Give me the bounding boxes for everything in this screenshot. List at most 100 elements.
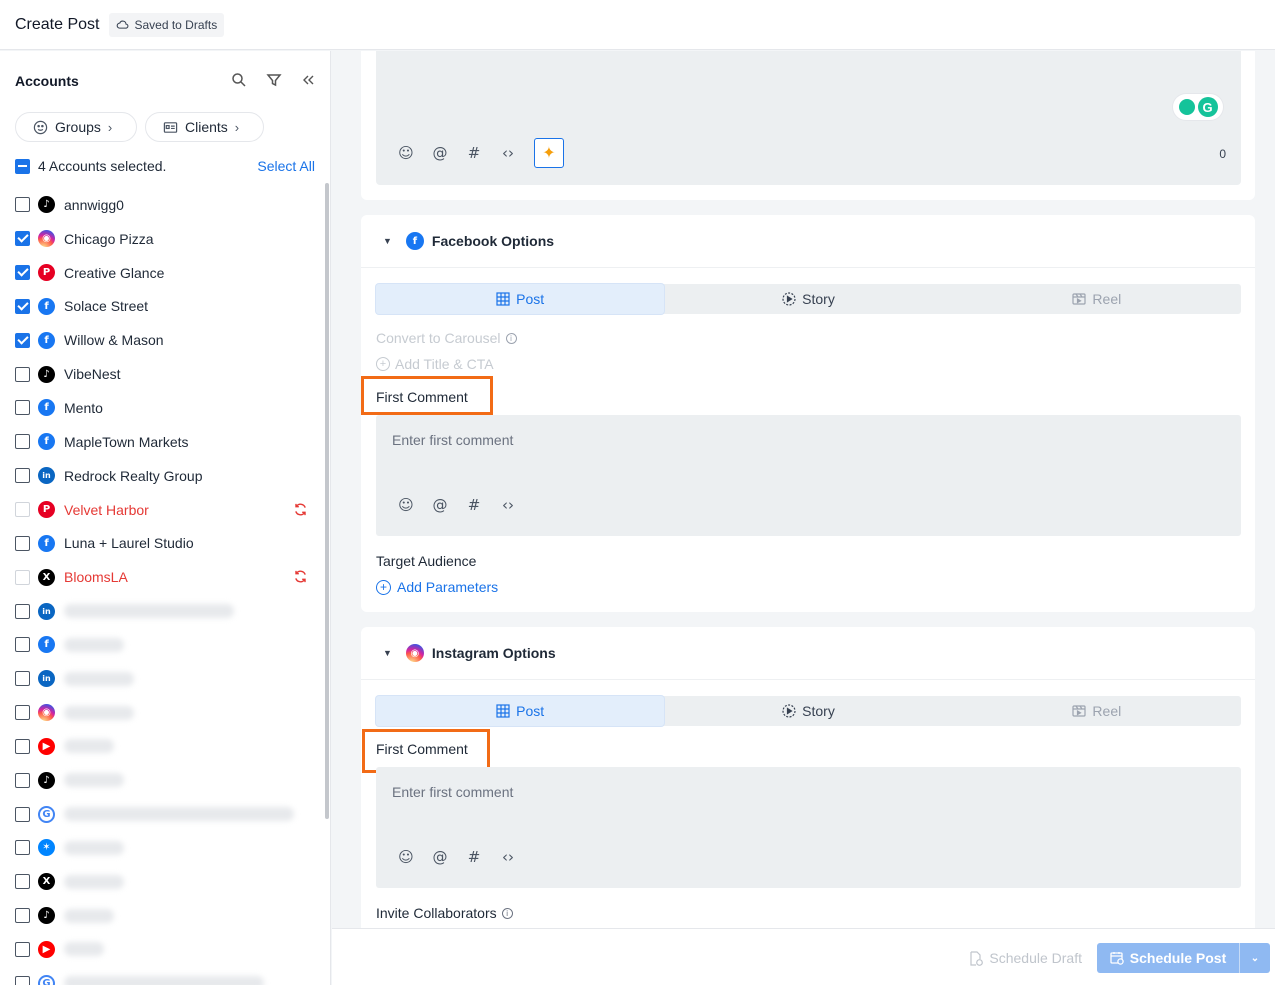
sidebar-scrollbar[interactable]	[325, 183, 329, 819]
mention-icon[interactable]: @	[432, 144, 448, 162]
account-checkbox[interactable]	[15, 806, 30, 822]
reconnect-icon[interactable]	[293, 569, 308, 584]
add-parameters-link[interactable]: + Add Parameters	[376, 579, 498, 595]
selection-summary: 4 Accounts selected. Select All	[15, 156, 315, 176]
account-item[interactable]: f Mento	[15, 391, 315, 425]
account-checkbox[interactable]	[15, 197, 30, 213]
invite-collaborators: Invite Collaborators i	[376, 905, 513, 921]
account-item[interactable]: ◉ Chicago Pizza	[15, 222, 315, 256]
account-checkbox[interactable]	[15, 366, 30, 382]
caret-down-icon[interactable]: ▼	[383, 648, 392, 658]
account-checkbox[interactable]	[15, 535, 30, 551]
account-item[interactable]: in	[15, 662, 315, 696]
emoji-icon[interactable]: ☺	[398, 496, 414, 514]
account-item[interactable]: f	[15, 628, 315, 662]
account-checkbox[interactable]	[15, 231, 30, 247]
account-checkbox[interactable]	[15, 502, 30, 518]
search-icon[interactable]	[231, 72, 247, 88]
account-checkbox[interactable]	[15, 603, 30, 619]
code-icon[interactable]: ‹›	[500, 496, 516, 514]
facebook-first-comment-input[interactable]: Enter first comment ☺ @ # ‹›	[376, 415, 1241, 536]
schedule-post-button[interactable]: Schedule Post ⌄	[1097, 943, 1270, 973]
mention-icon[interactable]: @	[432, 848, 448, 866]
account-item[interactable]: ✶	[15, 831, 315, 865]
account-checkbox[interactable]	[15, 874, 30, 890]
caret-down-icon[interactable]: ▼	[383, 236, 392, 246]
grammarly-widget[interactable]: G	[1173, 94, 1223, 120]
account-checkbox[interactable]	[15, 908, 30, 924]
reconnect-icon[interactable]	[293, 502, 308, 517]
reel-icon	[1072, 293, 1087, 305]
schedule-draft-button[interactable]: Schedule Draft	[969, 950, 1082, 966]
account-checkbox[interactable]	[15, 400, 30, 416]
account-name: Creative Glance	[64, 264, 165, 281]
indeterminate-checkbox[interactable]	[15, 158, 30, 174]
account-item[interactable]: ♪ annwigg0	[15, 188, 315, 222]
account-item[interactable]: f Solace Street	[15, 290, 315, 324]
account-checkbox[interactable]	[15, 840, 30, 856]
account-item[interactable]: G	[15, 966, 315, 985]
tab-story[interactable]: Story	[664, 696, 952, 726]
convert-carousel-toggle[interactable]: Convert to Carousel i	[376, 330, 517, 346]
account-checkbox[interactable]	[15, 671, 30, 687]
account-checkbox[interactable]	[15, 434, 30, 450]
hashtag-icon[interactable]: #	[466, 144, 482, 162]
account-item[interactable]: X BloomsLA	[15, 560, 315, 594]
account-checkbox[interactable]	[15, 265, 30, 281]
account-item[interactable]: f MapleTown Markets	[15, 425, 315, 459]
account-checkbox[interactable]	[15, 738, 30, 754]
account-checkbox[interactable]	[15, 569, 30, 585]
mention-icon[interactable]: @	[432, 496, 448, 514]
account-item[interactable]: P Velvet Harbor	[15, 493, 315, 527]
account-item[interactable]: G	[15, 797, 315, 831]
account-checkbox[interactable]	[15, 637, 30, 653]
account-checkbox[interactable]	[15, 332, 30, 348]
emoji-icon[interactable]: ☺	[398, 848, 414, 866]
account-checkbox[interactable]	[15, 468, 30, 484]
select-all-link[interactable]: Select All	[257, 158, 315, 174]
account-item[interactable]: f Willow & Mason	[15, 323, 315, 357]
code-icon[interactable]: ‹›	[500, 848, 516, 866]
instagram-options-header[interactable]: ▼ ◉ Instagram Options	[361, 627, 1255, 680]
clients-button[interactable]: Clients ›	[145, 112, 264, 142]
post-editor[interactable]: G ☺ @ # ‹› ✦ 0	[376, 51, 1241, 185]
tab-post[interactable]: Post	[376, 284, 665, 314]
chevron-down-icon[interactable]: ⌄	[1240, 953, 1270, 964]
instagram-first-comment-input[interactable]: Enter first comment ☺ @ # ‹›	[376, 767, 1241, 888]
account-item[interactable]: ▶	[15, 933, 315, 967]
account-checkbox[interactable]	[15, 975, 30, 985]
collapse-icon[interactable]	[300, 72, 316, 88]
account-checkbox[interactable]	[15, 772, 30, 788]
facebook-options-header[interactable]: ▼ f Facebook Options	[361, 215, 1255, 268]
account-item[interactable]: ◉	[15, 696, 315, 730]
add-title-cta-link[interactable]: + Add Title & CTA	[376, 356, 494, 372]
accounts-heading: Accounts	[15, 73, 79, 89]
account-item[interactable]: ♪ VibeNest	[15, 357, 315, 391]
account-item[interactable]: f Luna + Laurel Studio	[15, 526, 315, 560]
hashtag-icon[interactable]: #	[466, 496, 482, 514]
account-item[interactable]: ♪	[15, 899, 315, 933]
facebook-icon: f	[38, 331, 55, 349]
tab-story[interactable]: Story	[664, 284, 952, 314]
emoji-icon[interactable]: ☺	[398, 144, 414, 162]
filter-icon[interactable]	[266, 72, 282, 88]
tab-reel[interactable]: Reel	[953, 284, 1241, 314]
account-checkbox[interactable]	[15, 705, 30, 721]
schedule-post-main[interactable]: Schedule Post	[1097, 943, 1240, 973]
code-icon[interactable]: ‹›	[500, 144, 516, 162]
account-item[interactable]: P Creative Glance	[15, 256, 315, 290]
hashtag-icon[interactable]: #	[466, 848, 482, 866]
tab-reel[interactable]: Reel	[953, 696, 1241, 726]
account-item[interactable]: ▶	[15, 730, 315, 764]
account-item[interactable]: X	[15, 865, 315, 899]
account-item[interactable]: in	[15, 594, 315, 628]
ai-assist-button[interactable]: ✦	[534, 138, 564, 168]
account-checkbox[interactable]	[15, 941, 30, 957]
action-bar: Schedule Draft Schedule Post ⌄	[332, 928, 1275, 985]
account-checkbox[interactable]	[15, 298, 30, 314]
account-item[interactable]: ♪	[15, 763, 315, 797]
instagram-options-title: Instagram Options	[431, 645, 556, 661]
account-item[interactable]: in Redrock Realty Group	[15, 459, 315, 493]
groups-button[interactable]: Groups ›	[15, 112, 137, 142]
tab-post[interactable]: Post	[376, 696, 665, 726]
